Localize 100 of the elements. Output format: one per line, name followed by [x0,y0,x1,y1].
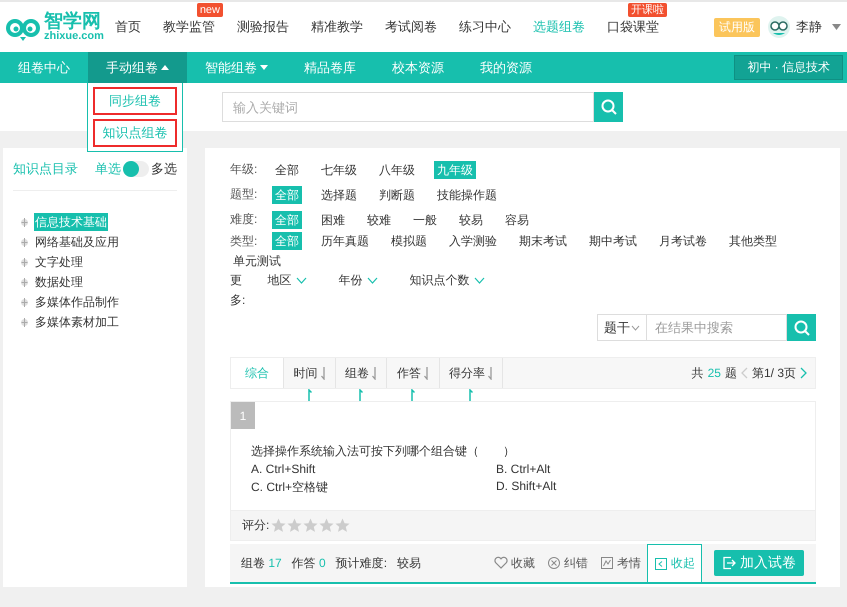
tree-item[interactable]: 多媒体作品制作 [34,293,120,311]
caret-icon [161,65,169,70]
chevron-left-icon[interactable] [740,367,748,379]
action-link[interactable]: 考情 [594,544,647,582]
filter-option[interactable]: 期末考试 [516,232,570,250]
stat-label: 组卷 [241,556,266,570]
filter-option[interactable]: 容易 [502,210,532,228]
expand-icon[interactable] [21,258,28,266]
heart-icon [494,556,508,570]
filter-dropdown[interactable]: 知识点个数 [410,270,485,290]
nav-link[interactable]: 考试阅卷 [385,18,437,36]
nav-link[interactable]: 测验报告 [237,18,289,36]
filter-dropdown[interactable]: 年份 [338,270,378,290]
search-field[interactable]: 输入关键词 [222,92,594,122]
chart-icon [600,556,614,570]
expand-icon[interactable] [21,298,28,306]
caret-icon[interactable] [832,24,841,30]
answer-option: B. Ctrl+Alt [496,462,815,476]
filter-option[interactable]: 月考试卷 [656,232,710,250]
sort-tab[interactable]: 得分率 [440,358,503,388]
star-rating[interactable] [271,518,350,533]
filter-option[interactable]: 期中考试 [586,232,640,250]
tree-item[interactable]: 数据处理 [34,273,84,291]
star-icon [319,518,334,533]
action-link[interactable]: 纠错 [541,544,594,582]
filter-option[interactable]: 模拟题 [388,232,430,250]
filter-label: 更多: [230,272,246,309]
star-icon [271,518,286,533]
stat-label: 作答 [292,556,317,570]
count-value: 25 [708,366,721,380]
stat-label: 预计难度: [336,554,388,572]
tree-item[interactable]: 文字处理 [34,253,84,271]
nav-link[interactable]: 练习中心 [459,18,511,36]
add-document-icon [722,556,736,570]
search-button[interactable] [787,314,816,341]
answer-option: C. Ctrl+空格键 [251,479,496,496]
filter-option[interactable]: 判断题 [376,186,418,204]
sort-marker-icon [306,389,312,401]
nav-link[interactable]: 口袋课堂 [607,18,659,36]
sort-marker-icon [410,389,415,401]
expand-icon[interactable] [21,278,28,286]
sidebar-title: 知识点目录 [13,160,79,178]
answer-option: A. Ctrl+Shift [251,462,496,476]
question-number: 1 [231,402,255,429]
rating-label: 评分: [242,517,270,534]
stat-value: 17 [268,556,282,570]
scope-dropdown[interactable]: 题干 [597,314,647,341]
chevron-down-icon [296,276,307,284]
trial-badge: 试用版 [714,18,760,36]
user-name[interactable]: 李静 [796,18,822,36]
star-icon [335,518,350,533]
nav-link[interactable]: 精准教学 [311,18,363,36]
answer-option: D. Shift+Alt [496,479,815,496]
nav-link[interactable]: 教学监管 [163,18,215,36]
expand-icon[interactable] [21,238,28,246]
chevron-down-icon [474,276,485,284]
search-field[interactable]: 在结果中搜索 [647,314,787,341]
tree-item[interactable]: 多媒体素材加工 [34,313,120,331]
filter-option[interactable]: 困难 [318,210,348,228]
filter-option[interactable]: 较难 [364,210,394,228]
new-badge: new [196,3,223,17]
search-button[interactable] [594,92,623,122]
filter-option[interactable]: 八年级 [376,160,418,178]
filter-option[interactable]: 历年真题 [318,232,372,250]
count-label: 题 [724,364,737,382]
star-icon [303,518,318,533]
sort-marker-icon [358,389,363,401]
collapse-icon [654,556,668,570]
sort-tab[interactable]: 组卷 [336,358,387,388]
filter-option[interactable]: 较易 [456,210,486,228]
logo-domain: zhixue.com [44,31,104,42]
expand-icon[interactable] [21,218,28,226]
filter-option[interactable]: 七年级 [318,160,360,178]
action-link[interactable]: 收藏 [488,544,541,582]
filter-dropdown[interactable]: 地区 [268,270,307,290]
filter-option[interactable]: 一般 [410,210,440,228]
sort-tab[interactable]: 作答 [387,358,440,388]
expand-icon[interactable] [21,318,28,326]
question-stem: 选择操作系统输入法可按下列哪个组合键（ ） [251,443,516,460]
mode-toggle[interactable] [123,161,149,177]
stat-value: 0 [319,556,326,570]
filter-option[interactable]: 其他类型 [726,232,780,250]
filter-option[interactable]: 入学测验 [446,232,500,250]
filter-option[interactable]: 选择题 [318,186,360,204]
filter-option[interactable]: 全部 [272,160,302,178]
filter-option[interactable]: 技能操作题 [434,186,500,204]
chevron-down-icon [631,324,640,330]
filter-label: 类型: [230,232,258,250]
avatar-icon [768,16,790,38]
nav-link[interactable]: 首页 [115,18,141,36]
toggle-label: 多选 [151,160,177,178]
tree-item[interactable]: 网络基础及应用 [34,233,120,251]
star-icon [287,518,302,533]
sort-marker-icon [468,389,473,401]
search-icon [794,320,810,336]
difficulty-value: 较易 [397,554,422,572]
search-icon [600,99,616,115]
chevron-right-icon[interactable] [800,367,807,379]
sort-tab[interactable]: 时间 [284,358,336,388]
filter-option[interactable]: 单元测试 [230,252,284,270]
